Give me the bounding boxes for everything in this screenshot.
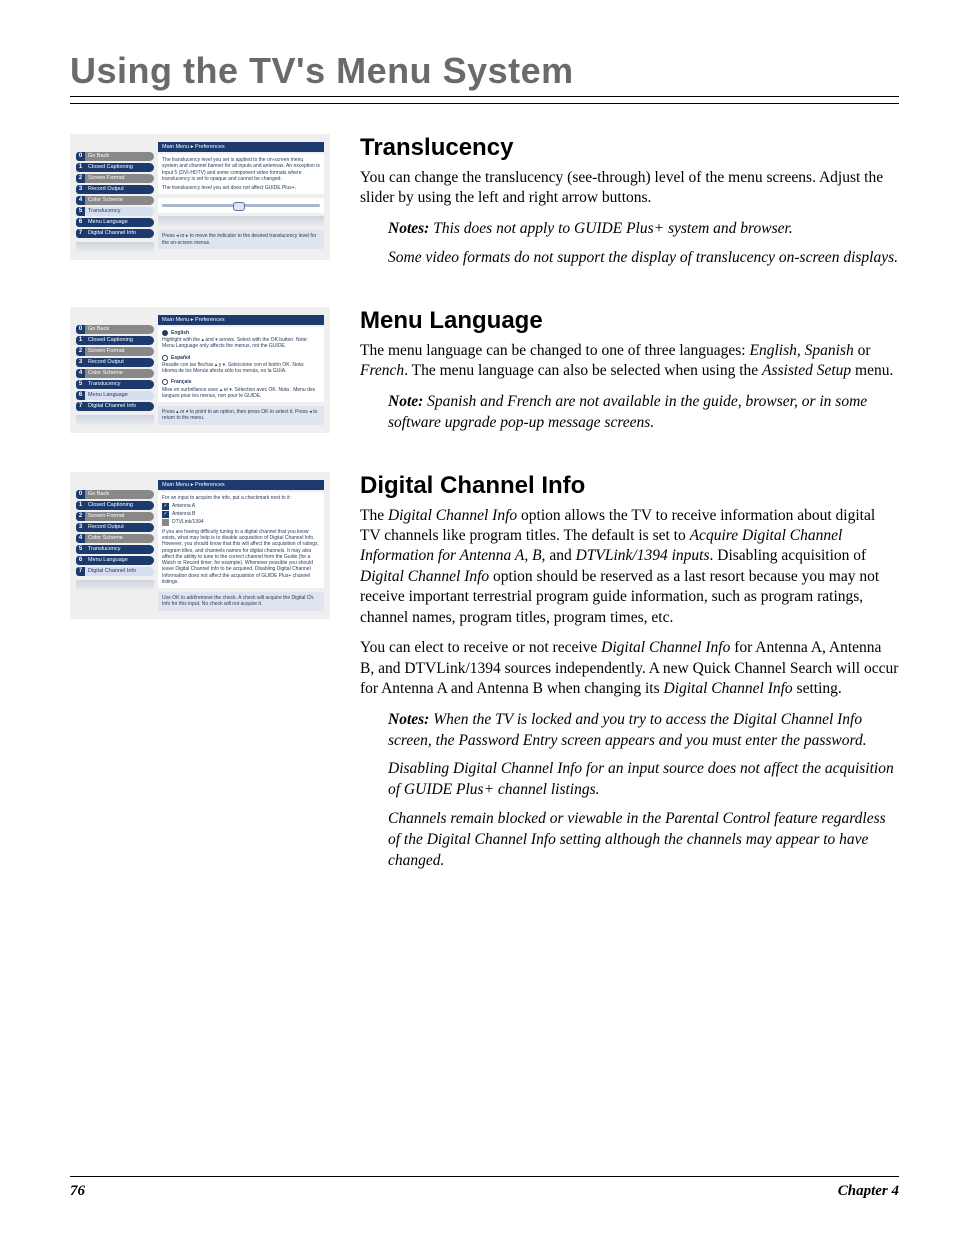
notes-block: Note: Spanish and French are not availab… xyxy=(388,392,899,434)
sidebar-item[interactable]: 0Go Back xyxy=(76,490,154,499)
sidebar-item-label: Translucency xyxy=(85,380,154,389)
chapter-title: Using the TV's Menu System xyxy=(70,50,899,92)
checkbox-option[interactable]: DTVLink/1394 xyxy=(162,519,320,526)
sidebar-item[interactable]: 3Record Output xyxy=(76,523,154,532)
sidebar-item[interactable]: 3Record Output xyxy=(76,358,154,367)
sidebar-item[interactable]: 0Go Back xyxy=(76,325,154,334)
checkbox-option[interactable]: ✓Antenna A xyxy=(162,503,320,510)
sidebar-item-label: Record Output xyxy=(85,358,154,367)
sidebar-item[interactable]: 5Translucency xyxy=(76,207,154,216)
body-text: You can change the translucency (see-thr… xyxy=(360,168,899,209)
sidebar-item-label: Go Back xyxy=(85,490,154,499)
sidebar-item[interactable]: 4Color Scheme xyxy=(76,196,154,205)
sidebar-item[interactable]: 2Screen Format xyxy=(76,347,154,356)
sidebar-item[interactable]: 5Translucency xyxy=(76,380,154,389)
sidebar-item-label: Record Output xyxy=(85,523,154,532)
radio-icon xyxy=(162,379,168,385)
checkbox-icon: ✓ xyxy=(162,511,169,518)
sidebar-item-label: Color Scheme xyxy=(85,369,154,378)
figure-hint: Press ▴ or ▾ to point to an option, then… xyxy=(158,406,324,425)
figure-panel: EnglishHighlight with the ▴ and ▾ arrows… xyxy=(158,327,324,402)
sidebar-item-label: Translucency xyxy=(85,207,154,216)
section-heading: Translucency xyxy=(360,134,899,162)
sidebar-item[interactable]: 4Color Scheme xyxy=(76,369,154,378)
radio-icon xyxy=(162,355,168,361)
checkbox-icon xyxy=(162,519,169,526)
sidebar-item-label: Color Scheme xyxy=(85,534,154,543)
sidebar-item-label: Closed Captioning xyxy=(85,163,154,172)
sidebar-item-label: Menu Language xyxy=(85,391,154,400)
sidebar-item-label: Menu Language xyxy=(85,218,154,227)
body-text: The menu language can be changed to one … xyxy=(360,341,899,382)
sidebar-item-label: Screen Format xyxy=(85,174,154,183)
sidebar-item[interactable]: 0Go Back xyxy=(76,152,154,161)
figure-breadcrumb: Main Menu ▸ Preferences xyxy=(158,315,324,325)
sidebar-item-label: Color Scheme xyxy=(85,196,154,205)
sidebar-item-label: Closed Captioning xyxy=(85,501,154,510)
sidebar-item[interactable]: 1Closed Captioning xyxy=(76,336,154,345)
sidebar-item[interactable]: 3Record Output xyxy=(76,185,154,194)
divider xyxy=(70,96,899,97)
figure-panel: For an input to acquire the info, put a … xyxy=(158,492,324,589)
sidebar-item-label: Go Back xyxy=(85,152,154,161)
sidebar-item[interactable]: 4Color Scheme xyxy=(76,534,154,543)
sidebar-item-label: Digital Channel Info xyxy=(85,567,154,576)
sidebar-item[interactable]: 2Screen Format xyxy=(76,512,154,521)
figure-breadcrumb: Main Menu ▸ Preferences xyxy=(158,142,324,152)
sidebar-item[interactable]: 6Menu Language xyxy=(76,218,154,227)
figure-breadcrumb: Main Menu ▸ Preferences xyxy=(158,480,324,490)
section-menu-language: 0Go Back 1Closed Captioning 2Screen Format… xyxy=(70,307,899,442)
sidebar-item[interactable]: 6Menu Language xyxy=(76,556,154,565)
sidebar-item-label: Record Output xyxy=(85,185,154,194)
figure-hint: Use OK to add/remove the check. A check … xyxy=(158,592,324,611)
sidebar-item-label: Screen Format xyxy=(85,512,154,521)
sidebar-item-label: Digital Channel Info xyxy=(85,402,154,411)
section-digital-channel-info: 0Go Back 1Closed Captioning 2Screen Format… xyxy=(70,472,899,881)
sidebar-item[interactable]: 7Digital Channel Info xyxy=(76,567,154,576)
sidebar-item[interactable]: 7Digital Channel Info xyxy=(76,229,154,238)
page-footer: 76 Chapter 4 xyxy=(70,1176,899,1200)
figure-translucency: 0Go Back 1Closed Captioning 2Screen Format… xyxy=(70,134,330,260)
language-option[interactable]: FrançaisMise en surbrillance avec ▴ et ▾… xyxy=(162,379,320,399)
chapter-label: Chapter 4 xyxy=(838,1183,899,1200)
figure-menu-language: 0Go Back 1Closed Captioning 2Screen Format… xyxy=(70,307,330,433)
sidebar-item[interactable]: 6Menu Language xyxy=(76,391,154,400)
radio-icon xyxy=(162,330,168,336)
figure-sidebar: 0Go Back 1Closed Captioning 2Screen Format… xyxy=(76,315,154,425)
sidebar-item-label: Screen Format xyxy=(85,347,154,356)
sidebar-item-label: Digital Channel Info xyxy=(85,229,154,238)
figure-sidebar: 0Go Back 1Closed Captioning 2Screen Format… xyxy=(76,480,154,611)
sidebar-item[interactable]: 1Closed Captioning xyxy=(76,163,154,172)
checkbox-icon: ✓ xyxy=(162,503,169,510)
sidebar-item[interactable]: 5Translucency xyxy=(76,545,154,554)
body-text: You can elect to receive or not receive … xyxy=(360,638,899,699)
page-number: 76 xyxy=(70,1183,85,1200)
sidebar-item-label: Closed Captioning xyxy=(85,336,154,345)
language-option[interactable]: EnglishHighlight with the ▴ and ▾ arrows… xyxy=(162,330,320,350)
body-text: The Digital Channel Info option allows t… xyxy=(360,506,899,629)
translucency-slider[interactable] xyxy=(158,198,324,213)
figure-digital-channel-info: 0Go Back 1Closed Captioning 2Screen Format… xyxy=(70,472,330,619)
figure-hint: Press ◂ or ▸ to move the indicator to th… xyxy=(158,230,324,249)
sidebar-item[interactable]: 1Closed Captioning xyxy=(76,501,154,510)
section-heading: Digital Channel Info xyxy=(360,472,899,500)
figure-panel-text: The translucency level you set is applie… xyxy=(158,154,324,194)
sidebar-item-label: Menu Language xyxy=(85,556,154,565)
sidebar-item-label: Translucency xyxy=(85,545,154,554)
sidebar-item-label: Go Back xyxy=(85,325,154,334)
checkbox-option[interactable]: ✓Antenna B xyxy=(162,511,320,518)
manual-page: Using the TV's Menu System 0Go Back 1Clos… xyxy=(0,0,954,1235)
notes-block: Notes: When the TV is locked and you try… xyxy=(388,710,899,872)
sidebar-item[interactable]: 7Digital Channel Info xyxy=(76,402,154,411)
section-heading: Menu Language xyxy=(360,307,899,335)
language-option[interactable]: EspañolResalte con las flechas ▴ y ▾. Se… xyxy=(162,355,320,375)
divider xyxy=(70,103,899,104)
figure-sidebar: 0Go Back 1Closed Captioning 2Screen Format… xyxy=(76,142,154,252)
sidebar-item[interactable]: 2Screen Format xyxy=(76,174,154,183)
notes-block: Notes: This does not apply to GUIDE Plus… xyxy=(388,219,899,269)
section-translucency: 0Go Back 1Closed Captioning 2Screen Format… xyxy=(70,134,899,277)
